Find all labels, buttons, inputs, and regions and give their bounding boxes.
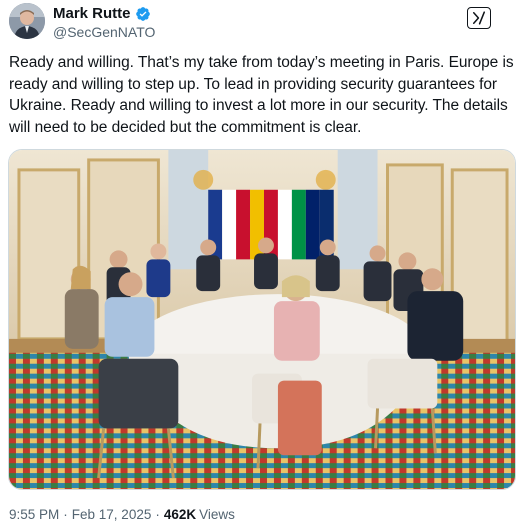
grok-icon <box>472 11 486 25</box>
tweet-text: Ready and willing. That’s my take from t… <box>9 54 514 136</box>
views-label: Views <box>199 507 235 522</box>
tweet-meta: 9:55 PM · Feb 17, 2025 · 462K Views <box>9 506 235 523</box>
meeting-photo <box>9 150 515 489</box>
tweet-time[interactable]: 9:55 PM <box>9 506 59 523</box>
author-handle[interactable]: @SecGenNATO <box>53 24 155 41</box>
views-count[interactable]: 462K <box>164 506 196 523</box>
author-name[interactable]: Mark Rutte <box>53 5 131 23</box>
tweet-photo[interactable] <box>8 149 516 490</box>
meta-separator: · <box>63 507 68 522</box>
author-name-row[interactable]: Mark Rutte <box>53 5 151 23</box>
verified-badge-icon <box>135 7 150 21</box>
tweet-date[interactable]: Feb 17, 2025 <box>72 506 152 523</box>
grok-button[interactable] <box>467 7 491 29</box>
avatar[interactable] <box>9 3 45 39</box>
meta-separator-2: · <box>155 507 160 522</box>
